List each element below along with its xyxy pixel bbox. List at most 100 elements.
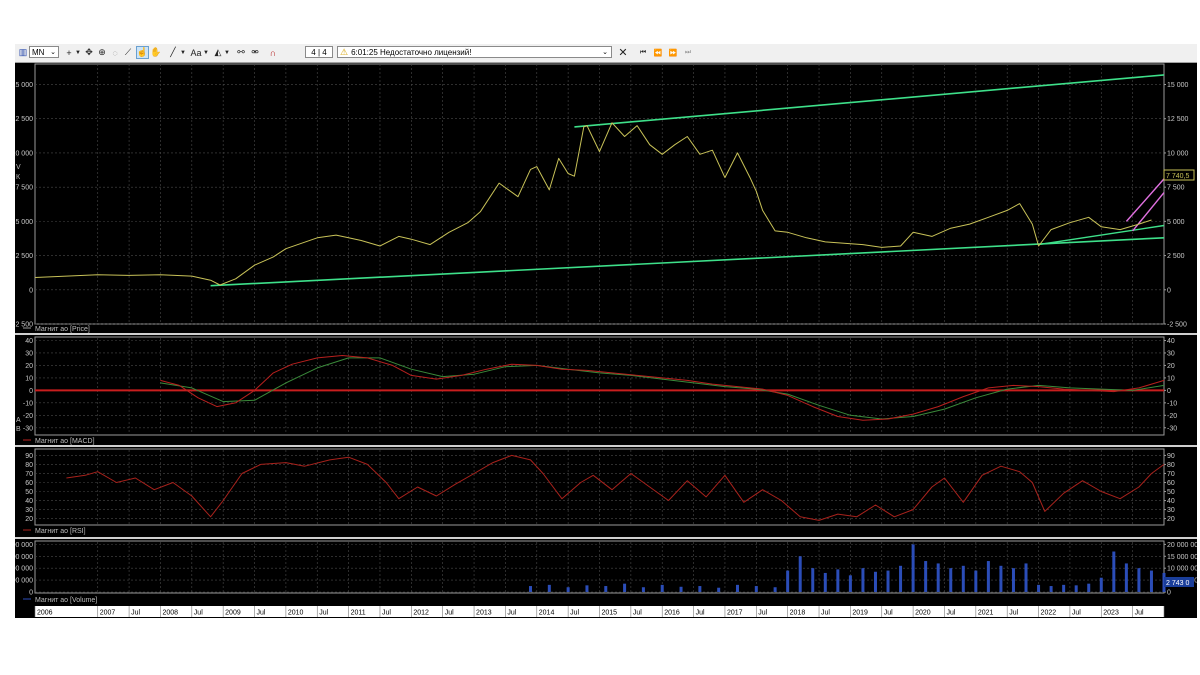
panel-separator[interactable]: [15, 333, 1197, 335]
y-tick-label-left: 30: [25, 507, 33, 514]
last-icon[interactable]: ⏭: [682, 46, 694, 59]
page-counter[interactable]: 4 | 4: [305, 46, 333, 58]
forward-icon[interactable]: ⏩: [667, 46, 679, 59]
ruler-icon[interactable]: ⟋: [122, 46, 134, 59]
rsi-right-ticks: 90 80 70 60 50 40 30 20: [1164, 453, 1175, 523]
y-tick-label-left: 20: [25, 363, 33, 370]
volume-bar: [924, 561, 928, 592]
back-icon[interactable]: ⏪: [652, 46, 664, 59]
y-tick-label-left: 2 500: [15, 253, 33, 260]
bars-icon[interactable]: ▥: [17, 46, 29, 59]
volume-bar: [811, 568, 815, 592]
y-tick-label-left: -2 500: [15, 322, 33, 329]
time-tick-label: 2020: [915, 610, 931, 617]
macd-right-ticks: 40 30 20 10 0 -10 -20 -30: [1164, 338, 1177, 432]
time-tick-label: Jul: [445, 610, 454, 617]
time-tick-label: 2014: [539, 610, 555, 617]
time-tick-label: Jul: [382, 610, 391, 617]
link-break-icon[interactable]: ⚮: [249, 46, 261, 59]
magnet-icon[interactable]: ∩: [267, 46, 279, 59]
y-tick-label-left: 20 000 000: [15, 542, 33, 549]
volume-bar: [999, 565, 1003, 592]
volume-left-ticks: 20 000 000 15 000 000 10 000 000 5 000 000 0: [15, 542, 33, 597]
time-axis: 2006 2007 Jul 2008 Jul 2009 Jul 2010 Jul 2011 Jul 2…: [34, 606, 1182, 617]
volume-bar: [604, 586, 608, 592]
y-tick-label-left: 80: [25, 462, 33, 469]
page-counter-value: 4 | 4: [311, 47, 327, 57]
volume-bar: [641, 587, 645, 592]
status-select[interactable]: ⚠ 6:01:25 Недостаточно лицензий! ⌄: [337, 46, 612, 58]
text-tool-icon[interactable]: Aa: [189, 46, 203, 59]
y-tick-label-left: -20: [23, 413, 33, 420]
y-tick-label-right: 70: [1167, 471, 1175, 478]
time-tick-label: Jul: [1072, 610, 1081, 617]
volume-bar: [949, 568, 953, 592]
time-tick-label: 2023: [1103, 610, 1119, 617]
time-tick-label: Jul: [633, 610, 642, 617]
macd-panel[interactable]: 40 30 20 10 0 -10 -20 -30 40 30 20 10 0 -10 -20 -30 Ма…: [23, 336, 1177, 445]
close-icon[interactable]: ✕: [617, 46, 629, 59]
time-tick-label: 2017: [727, 610, 743, 617]
target-icon[interactable]: ⊕: [96, 46, 108, 59]
price-panel[interactable]: 15 000 12 500 10 000 7 500 5 000 2 500 0 -2 500…: [15, 63, 1195, 333]
charts-area[interactable]: 15 00012 50010 0007 5005 0002 5000-2 500…: [15, 63, 1197, 618]
circle-icon[interactable]: ◌: [109, 46, 121, 59]
y-tick-label-left: 5 000 000: [15, 578, 33, 585]
price-left-ticks: 15 000 12 500 10 000 7 500 5 000 2 500 0 -2 500: [15, 82, 33, 328]
rsi-panel[interactable]: 90 80 70 60 50 40 30 20 90 80 70 60 50 40 30 20 Магнит…: [23, 448, 1175, 535]
y-tick-label-left: 60: [25, 480, 33, 487]
link-icon[interactable]: ⚯: [235, 46, 247, 59]
y-tick-label-right: 2 500: [1167, 253, 1185, 260]
toolbar: ▥ MN ⌄ + ▼ ✥ ⊕ ◌ ⟋ ☝ ✋ ╱ ▼ Aa ▼ ◭ ▼ ⚯ ⚮ …: [15, 44, 1197, 63]
line-tool-icon[interactable]: ╱: [167, 46, 179, 59]
y-tick-label-right: 30: [1167, 350, 1175, 357]
y-tick-label-left: 7 500: [15, 185, 33, 192]
time-tick-label: Jul: [319, 610, 328, 617]
rsi-panel-label: Магнит ао [RSI]: [35, 528, 86, 535]
volume-bar: [1099, 577, 1103, 592]
macd-panel-label: Магнит ао [MACD]: [35, 438, 95, 445]
timeframe-select[interactable]: MN ⌄: [29, 46, 59, 58]
chevron-down-icon[interactable]: ▼: [202, 46, 210, 59]
rsi-grid: [35, 450, 1164, 524]
volume-bar: [1011, 568, 1015, 592]
volume-bar: [623, 583, 627, 592]
y-tick-label-right: 0: [1167, 590, 1171, 597]
chevron-down-icon[interactable]: ▼: [74, 46, 82, 59]
hand-pointer-icon[interactable]: ☝: [136, 46, 149, 59]
status-message: 6:01:25 Недостаточно лицензий!: [351, 47, 472, 57]
y-tick-label-right: 20: [1167, 516, 1175, 523]
y-tick-label-left: 90: [25, 453, 33, 460]
y-tick-label-left: 40: [25, 338, 33, 345]
price-grid: [35, 64, 1164, 325]
first-icon[interactable]: ⏮: [637, 46, 649, 59]
move-icon[interactable]: ✥: [83, 46, 95, 59]
time-tick-label: Jul: [821, 610, 830, 617]
volume-bar: [798, 556, 802, 592]
volume-bar: [547, 584, 551, 592]
y-tick-label-left: 20: [25, 516, 33, 523]
time-tick-label: Jul: [946, 610, 955, 617]
time-tick-label: Jul: [1135, 610, 1144, 617]
time-tick-label: 2013: [476, 610, 492, 617]
rsi-line: [66, 454, 1165, 521]
volume-bar: [660, 584, 664, 592]
time-tick-label: 2009: [225, 610, 241, 617]
panel-separator[interactable]: [15, 445, 1197, 447]
hand-icon[interactable]: ✋: [150, 46, 162, 59]
y-tick-label-right: 20: [1167, 363, 1175, 370]
chevron-down-icon[interactable]: ▼: [179, 46, 187, 59]
volume-badge-text: 2 743 0: [1166, 580, 1189, 587]
time-tick-label: Jul: [507, 610, 516, 617]
price-line: [34, 122, 1152, 286]
volume-bar: [1137, 568, 1141, 592]
y-tick-label-left: 5 000: [15, 219, 33, 226]
panel-separator[interactable]: [15, 537, 1197, 539]
y-tick-label-left: 0: [29, 388, 33, 395]
y-tick-label-right: 15 000 000: [1167, 554, 1197, 561]
volume-panel[interactable]: 20 000 000 15 000 000 10 000 000 5 000 000 0…: [15, 540, 1197, 604]
time-tick-label: Jul: [696, 610, 705, 617]
y-tick-label-right: 50: [1167, 489, 1175, 496]
time-tick-label: Jul: [1009, 610, 1018, 617]
chevron-down-icon[interactable]: ▼: [223, 46, 231, 59]
